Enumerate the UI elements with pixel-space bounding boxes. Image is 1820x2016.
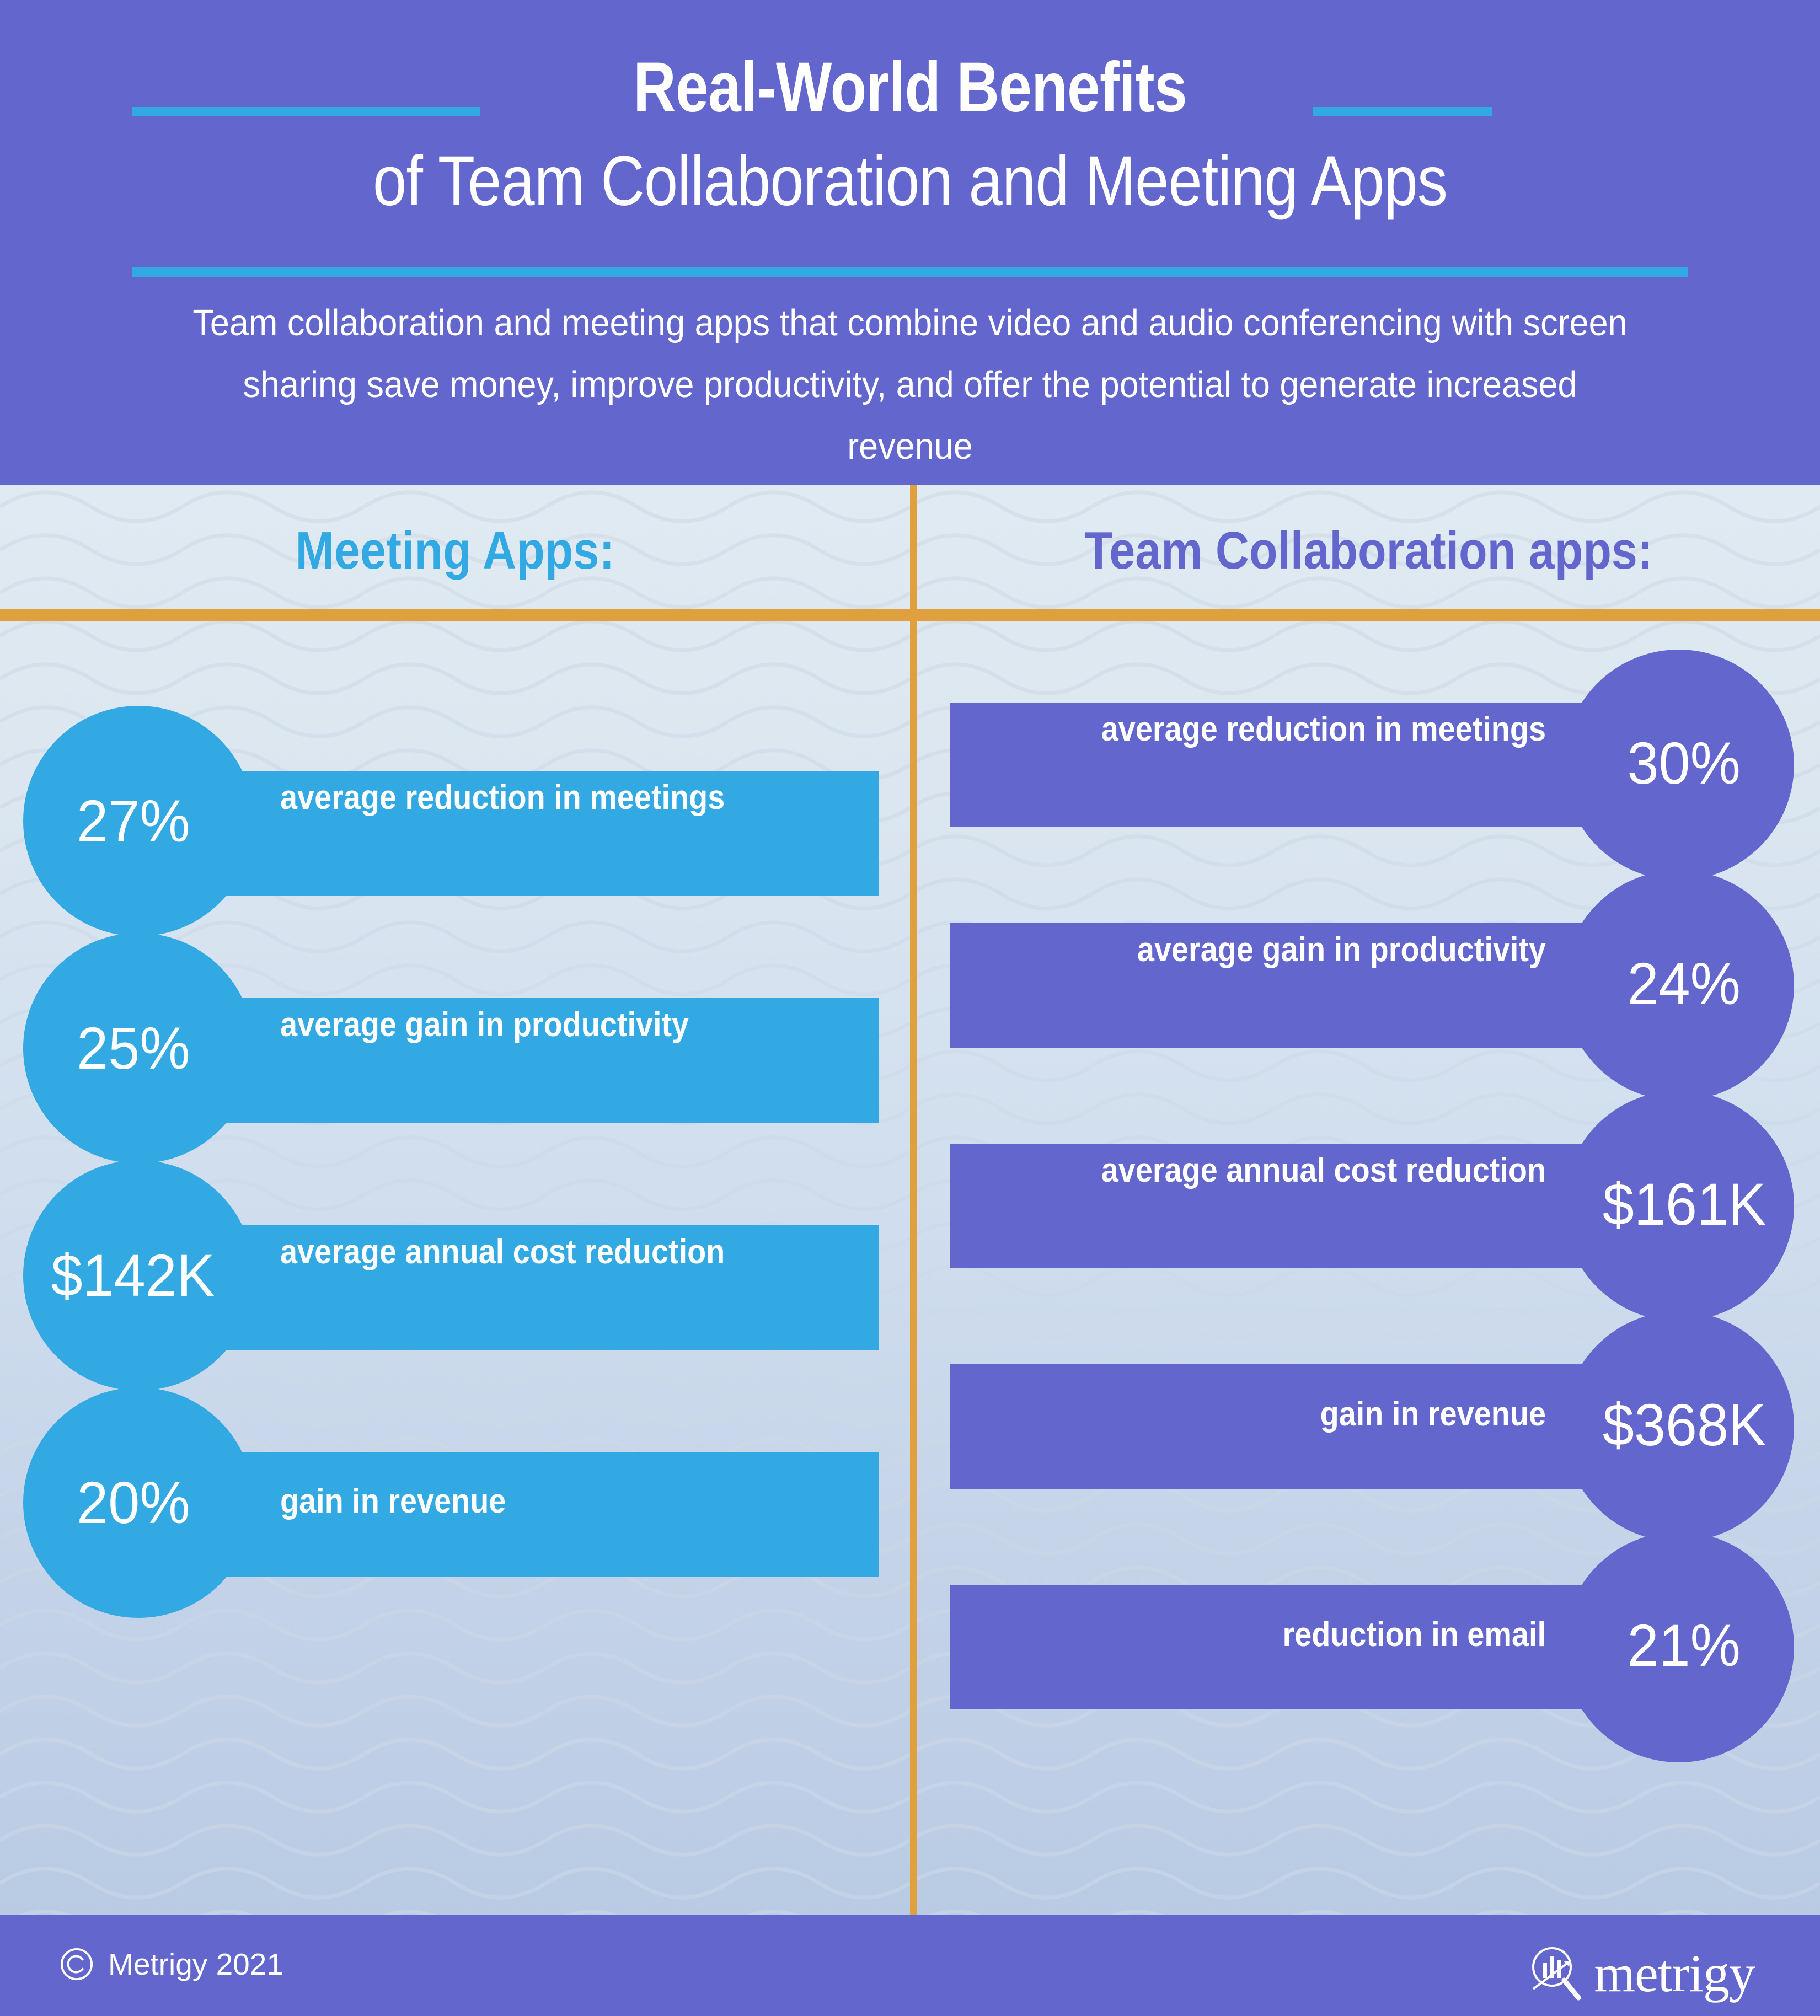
meeting-apps-stat-2: 25% average gain in productivity <box>0 933 910 1187</box>
stat-label: gain in revenue <box>280 1482 506 1520</box>
team-collab-stat-3: $161K average annual cost reduction <box>917 1091 1820 1321</box>
stat-label: average annual cost reduction <box>1101 1151 1546 1189</box>
stat-label: average reduction in meetings <box>1101 710 1546 748</box>
stat-label: average annual cost reduction <box>280 1233 725 1271</box>
stat-value: 21% <box>1627 1612 1741 1679</box>
stat-value: $161K <box>1602 1171 1767 1237</box>
magnifier-chart-icon <box>1532 1947 1581 2001</box>
stat-value: 24% <box>1627 950 1741 1017</box>
infographic-page: Real-World Benefits of Team Collaboratio… <box>0 0 1820 2016</box>
page-title-line2: of Team Collaboration and Meeting Apps <box>372 142 1448 221</box>
meeting-apps-stat-1: 27% average reduction in meetings <box>0 706 910 959</box>
stat-label: average reduction in meetings <box>280 779 725 817</box>
page-subtitle: Team collaboration and meeting apps that… <box>192 302 1628 467</box>
copyright-icon <box>60 1948 93 1981</box>
metrigy-logo: metrigy <box>1523 1940 1755 2007</box>
column-divider-vertical <box>910 485 917 1915</box>
copyright: Metrigy 2021 <box>60 1947 283 1981</box>
copyright-text: Metrigy 2021 <box>108 1947 283 1981</box>
header-banner: Real-World Benefits of Team Collaboratio… <box>0 0 1820 485</box>
stat-value: 20% <box>77 1469 190 1536</box>
stat-label: average gain in productivity <box>280 1006 689 1044</box>
team-collab-stat-4: $368K gain in revenue <box>917 1311 1820 1542</box>
stat-value: $142K <box>51 1242 215 1309</box>
stat-label: gain in revenue <box>1320 1395 1546 1433</box>
column-heading-meeting-apps: Meeting Apps: <box>295 521 615 580</box>
metrigy-wordmark: metrigy <box>1594 1944 1755 2003</box>
team-collab-stat-2: 24% average gain in productivity <box>917 870 1820 1101</box>
stat-value: $368K <box>1602 1391 1767 1458</box>
stat-value: 25% <box>77 1015 190 1081</box>
header-rule-underline <box>132 267 1688 277</box>
footer-bar: Metrigy 2021 metrigy <box>0 1915 1820 2016</box>
stat-value: 27% <box>77 787 190 854</box>
column-divider-horizontal <box>0 609 1820 621</box>
stat-value: 30% <box>1627 730 1741 796</box>
stat-label: average gain in productivity <box>1137 931 1546 969</box>
meeting-apps-stat-4: 20% gain in revenue <box>0 1387 910 1641</box>
page-title-line1: Real-World Benefits <box>633 48 1187 127</box>
team-collab-stat-1: 30% average reduction in meetings <box>917 650 1820 880</box>
column-heading-team-collaboration-apps: Team Collaboration apps: <box>1084 521 1653 580</box>
stat-label: reduction in email <box>1282 1616 1546 1654</box>
meeting-apps-stat-3: $142K average annual cost reduction <box>0 1160 910 1414</box>
team-collab-stat-5: 21% reduction in email <box>917 1532 1820 1762</box>
